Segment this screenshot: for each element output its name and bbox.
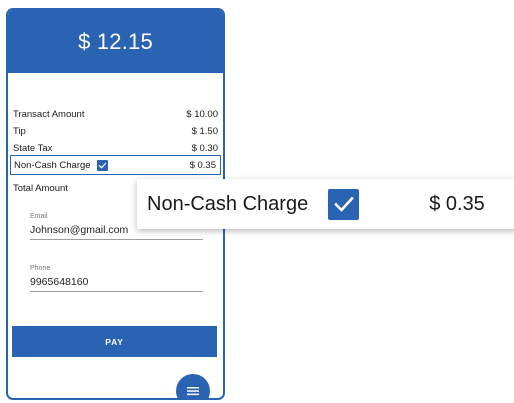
zoom-callout: Non-Cash Charge $ 0.35: [137, 179, 514, 229]
tax-label: State Tax: [13, 142, 53, 154]
non-cash-value: $ 0.35: [189, 159, 216, 171]
check-icon: [333, 196, 354, 212]
zoom-value: $ 0.35: [429, 192, 485, 215]
transact-label: Transact Amount: [13, 108, 85, 120]
phone-label: Phone: [30, 265, 51, 272]
header-amount: $ 12.15: [78, 28, 153, 54]
transact-value: $ 10.00: [186, 108, 218, 120]
tip-label: Tip: [13, 125, 26, 137]
menu-fab-button[interactable]: [176, 374, 210, 398]
total-label: Total Amount: [13, 182, 68, 194]
tip-value: $ 1.50: [191, 125, 218, 137]
zoom-label: Non-Cash Charge: [147, 192, 309, 215]
header-total: $ 12.15: [8, 10, 223, 73]
row-state-tax: State Tax $ 0.30: [13, 140, 218, 156]
row-transact-amount: Transact Amount $ 10.00: [13, 106, 218, 122]
stage: $ 12.15 Transact Amount $ 10.00 Tip $ 1.…: [0, 0, 514, 403]
non-cash-label-group: Non-Cash Charge: [14, 159, 108, 171]
non-cash-label: Non-Cash Charge: [14, 159, 91, 171]
menu-icon: [187, 387, 199, 396]
phone-field[interactable]: Phone 9965648160: [30, 265, 203, 292]
row-non-cash-charge: Non-Cash Charge $ 0.35: [10, 155, 221, 175]
tax-value: $ 0.30: [191, 142, 218, 154]
non-cash-checkbox[interactable]: [96, 159, 108, 171]
check-icon: [98, 162, 106, 169]
zoom-checkbox[interactable]: [328, 188, 360, 220]
pay-button[interactable]: PAY: [12, 326, 217, 357]
row-tip: Tip $ 1.50: [13, 123, 218, 139]
phone-value[interactable]: 9965648160: [30, 275, 203, 291]
